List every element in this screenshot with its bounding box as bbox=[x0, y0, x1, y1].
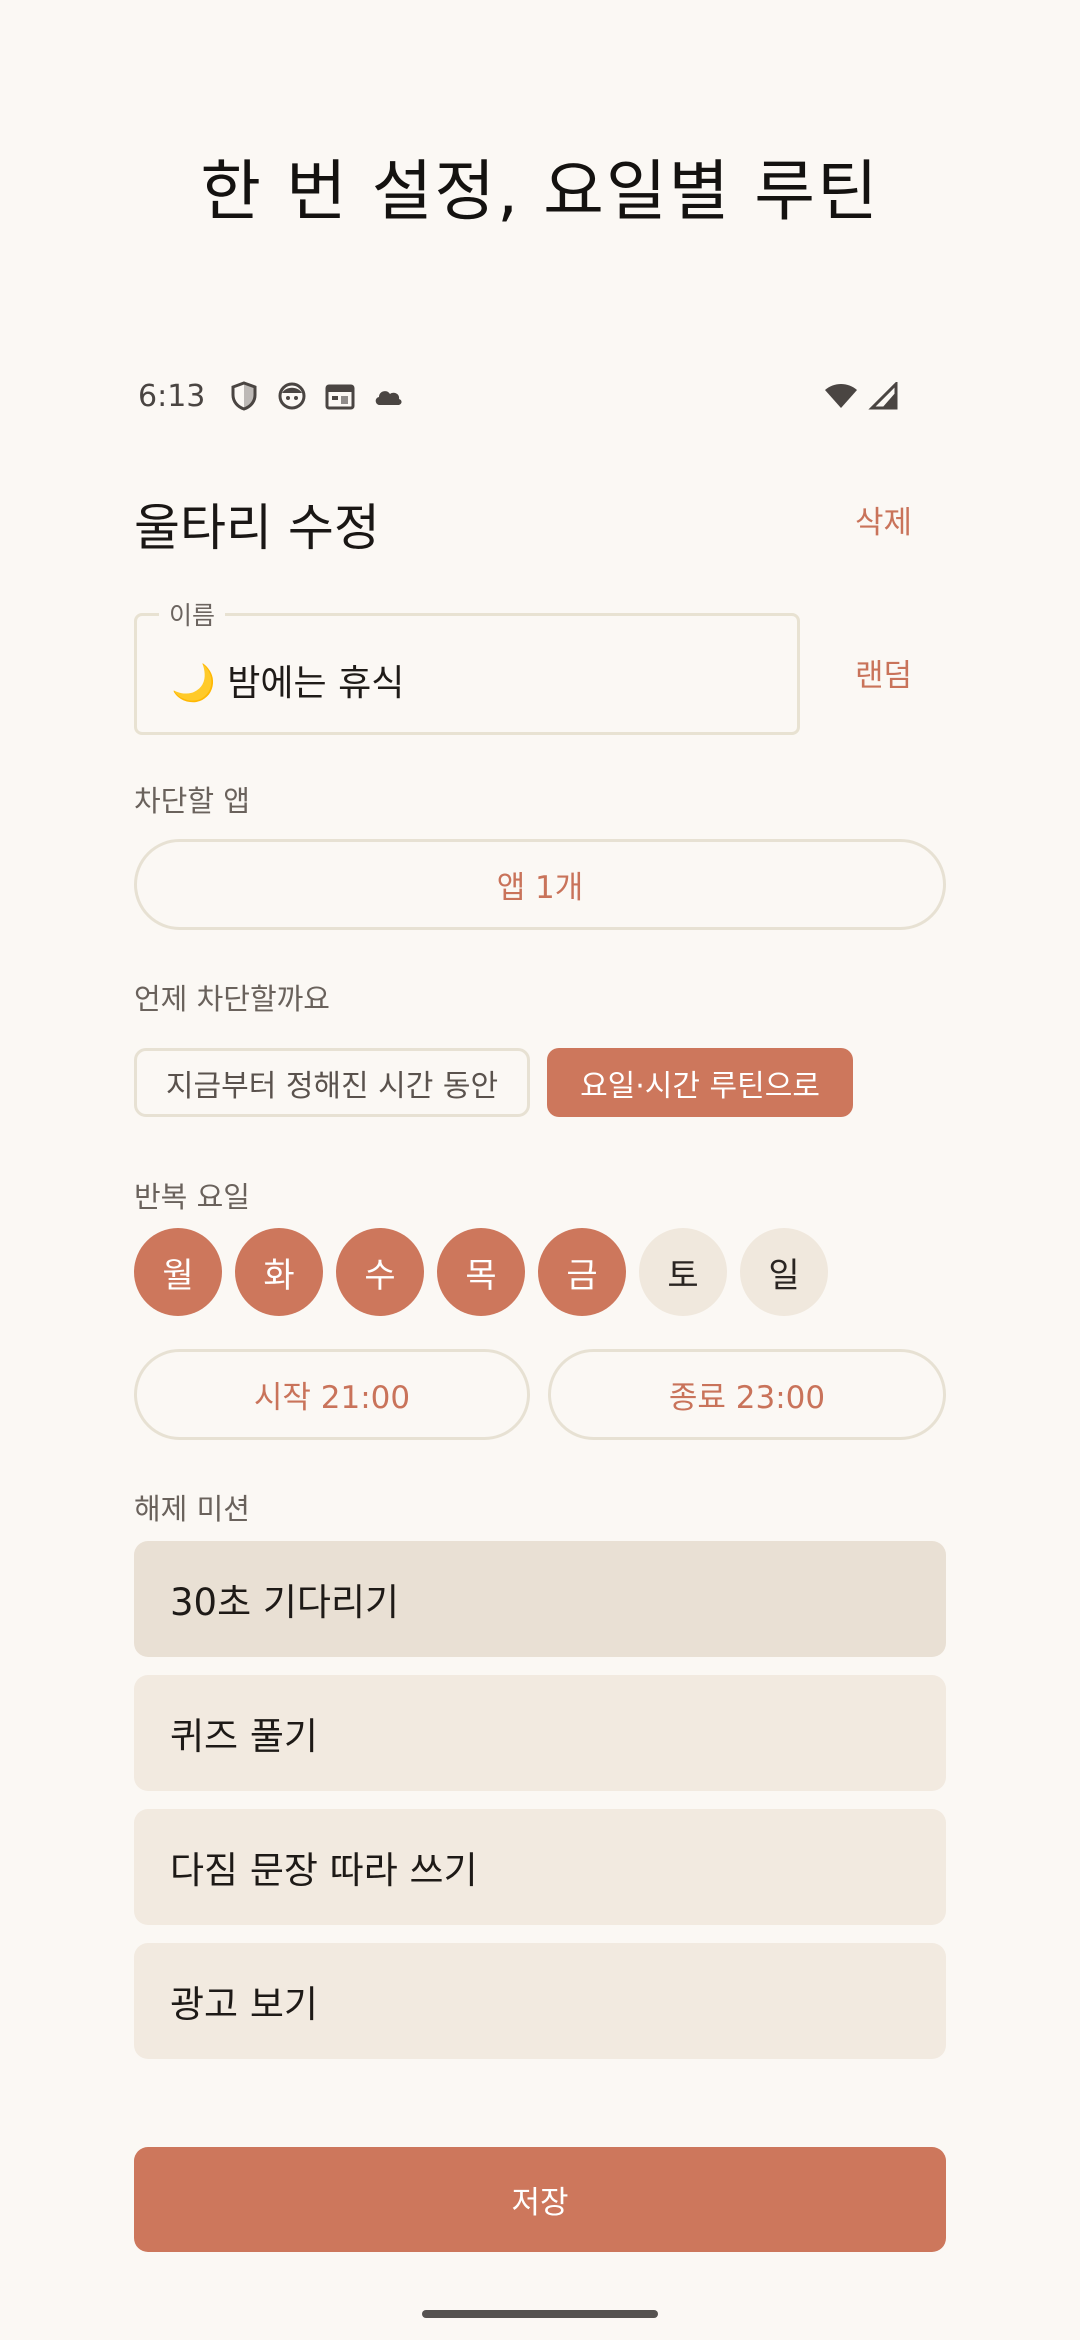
day-tue[interactable]: 화 bbox=[235, 1228, 323, 1316]
mission-option-pledge[interactable]: 다짐 문장 따라 쓰기 bbox=[134, 1809, 946, 1925]
mission-option-wait[interactable]: 30초 기다리기 bbox=[134, 1541, 946, 1657]
mission-section-label: 해제 미션 bbox=[134, 1492, 250, 1526]
day-wed[interactable]: 수 bbox=[336, 1228, 424, 1316]
weekday-selector: 월 화 수 목 금 토 일 bbox=[134, 1228, 841, 1316]
day-mon[interactable]: 월 bbox=[134, 1228, 222, 1316]
option-duration-chip[interactable]: 지금부터 정해진 시간 동안 bbox=[134, 1048, 530, 1117]
day-thu[interactable]: 목 bbox=[437, 1228, 525, 1316]
select-apps-button[interactable]: 앱 1개 bbox=[134, 839, 946, 930]
status-time: 6:13 bbox=[138, 378, 206, 414]
status-bar: 6:13 bbox=[138, 372, 904, 420]
save-button[interactable]: 저장 bbox=[134, 2147, 946, 2252]
name-field[interactable]: 이름 🌙 밤에는 휴식 bbox=[134, 596, 800, 735]
end-time-button[interactable]: 종료 23:00 bbox=[548, 1349, 946, 1440]
wifi-icon bbox=[824, 379, 858, 413]
promo-headline: 한 번 설정, 요일별 루틴 bbox=[200, 153, 880, 230]
repeat-section-label: 반복 요일 bbox=[134, 1180, 250, 1214]
start-time-button[interactable]: 시작 21:00 bbox=[134, 1349, 530, 1440]
name-field-label: 이름 bbox=[159, 596, 226, 632]
when-section-label: 언제 차단할까요 bbox=[134, 982, 330, 1016]
shield-icon bbox=[227, 379, 261, 413]
mission-option-ad[interactable]: 광고 보기 bbox=[134, 1943, 946, 2059]
cloud-icon bbox=[371, 379, 405, 413]
calendar-icon bbox=[323, 379, 357, 413]
random-name-button[interactable]: 랜덤 bbox=[855, 650, 912, 695]
screen-title: 울타리 수정 bbox=[134, 499, 380, 557]
apps-section-label: 차단할 앱 bbox=[134, 784, 250, 818]
delete-button[interactable]: 삭제 bbox=[855, 497, 912, 542]
option-routine-chip[interactable]: 요일·시간 루틴으로 bbox=[547, 1048, 853, 1117]
home-indicator[interactable] bbox=[422, 2310, 658, 2318]
day-fri[interactable]: 금 bbox=[538, 1228, 626, 1316]
mission-option-quiz[interactable]: 퀴즈 풀기 bbox=[134, 1675, 946, 1791]
day-sat[interactable]: 토 bbox=[639, 1228, 727, 1316]
name-field-value: 🌙 밤에는 휴식 bbox=[171, 663, 405, 704]
day-sun[interactable]: 일 bbox=[740, 1228, 828, 1316]
status-right-group bbox=[820, 379, 904, 413]
face-icon bbox=[275, 379, 309, 413]
signal-icon bbox=[866, 379, 900, 413]
